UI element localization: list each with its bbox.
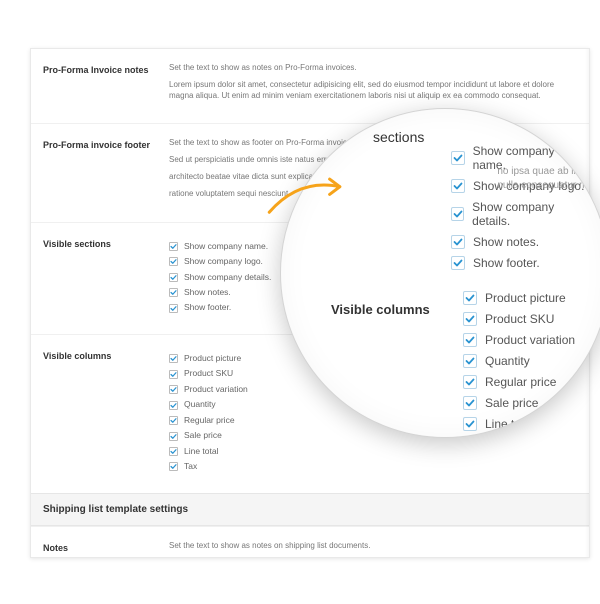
- content-shipping-notes: Set the text to show as notes on shippin…: [169, 541, 577, 558]
- checkbox-icon[interactable]: [169, 432, 178, 441]
- checkbox-label: Show company name.: [184, 241, 268, 252]
- checkbox-label: Product SKU: [184, 368, 233, 379]
- checkbox-icon[interactable]: [169, 304, 178, 313]
- checkbox-icon[interactable]: [463, 375, 477, 389]
- checkbox-row[interactable]: Sale price: [169, 430, 577, 441]
- checkbox-label: Regular price: [485, 375, 556, 389]
- checkbox-label: Product picture: [184, 353, 241, 364]
- checkbox-icon[interactable]: [169, 385, 178, 394]
- checkbox-label: Tax: [184, 461, 197, 472]
- zoom-visible-columns-label: Visible columns: [331, 302, 441, 317]
- checkbox-icon[interactable]: [463, 291, 477, 305]
- checkbox-label: Regular price: [184, 415, 235, 426]
- shipping-list-heading: Shipping list template settings: [31, 493, 589, 526]
- checkbox-label: Show footer.: [184, 302, 231, 313]
- checkbox-icon[interactable]: [451, 151, 465, 165]
- content-proforma-notes: Set the text to show as notes on Pro-For…: [169, 63, 577, 107]
- checkbox-row[interactable]: Show notes.: [451, 235, 587, 249]
- label-proforma-notes: Pro-Forma Invoice notes: [43, 63, 169, 107]
- desc-ship-2: Lorem ipsum dolor sit amet, consectetur …: [169, 557, 577, 558]
- checkbox-icon[interactable]: [451, 235, 465, 249]
- zoom-visible-sections-list: Show company name.Show company logo.Show…: [451, 144, 587, 270]
- checkbox-icon[interactable]: [169, 242, 178, 251]
- checkbox-icon[interactable]: [463, 417, 477, 431]
- checkbox-label: Quantity: [485, 354, 530, 368]
- checkbox-icon[interactable]: [463, 396, 477, 410]
- checkbox-icon[interactable]: [169, 288, 178, 297]
- checkbox-icon[interactable]: [169, 273, 178, 282]
- checkbox-label: Sale price: [184, 430, 222, 441]
- checkbox-icon[interactable]: [463, 333, 477, 347]
- checkbox-label: Product SKU: [485, 312, 554, 326]
- checkbox-row[interactable]: Tax: [169, 461, 577, 472]
- row-proforma-notes: Pro-Forma Invoice notes Set the text to …: [31, 49, 589, 123]
- checkbox-icon[interactable]: [169, 370, 178, 379]
- zoom-sections-word: sections: [373, 129, 424, 145]
- zoom-trailing-text: no ipsa quae ab illo invent nulla conseq…: [497, 165, 600, 193]
- label-proforma-footer: Pro-Forma invoice footer: [43, 138, 169, 205]
- checkbox-label: Show notes.: [184, 287, 231, 298]
- label-visible-sections: Visible sections: [43, 237, 169, 318]
- label-shipping-notes: Notes: [43, 541, 169, 558]
- checkbox-icon[interactable]: [463, 354, 477, 368]
- row-shipping-notes: Notes Set the text to show as notes on s…: [31, 526, 589, 558]
- checkbox-icon[interactable]: [169, 257, 178, 266]
- checkbox-icon[interactable]: [169, 447, 178, 456]
- zoom-lens: sections no ipsa quae ab illo invent nul…: [280, 108, 600, 438]
- checkbox-icon[interactable]: [169, 401, 178, 410]
- checkbox-label: Product variation: [184, 384, 248, 395]
- checkbox-label: Show company logo.: [184, 256, 263, 267]
- desc-notes-2: Lorem ipsum dolor sit amet, consectetur …: [169, 80, 577, 102]
- checkbox-label: Show footer.: [473, 256, 540, 270]
- checkbox-icon[interactable]: [451, 207, 464, 221]
- checkbox-row[interactable]: Product picture: [463, 291, 575, 305]
- checkbox-label: Show notes.: [473, 235, 539, 249]
- checkbox-row[interactable]: Show company details.: [451, 200, 587, 228]
- checkbox-label: Quantity: [184, 399, 216, 410]
- label-visible-columns: Visible columns: [43, 349, 169, 477]
- checkbox-label: Show company details.: [472, 200, 587, 228]
- checkbox-row[interactable]: Line total: [169, 446, 577, 457]
- checkbox-label: Line total: [184, 446, 219, 457]
- checkbox-label: Product picture: [485, 291, 566, 305]
- desc-notes-1: Set the text to show as notes on Pro-For…: [169, 63, 577, 74]
- checkbox-icon[interactable]: [169, 462, 178, 471]
- checkbox-row[interactable]: Product SKU: [463, 312, 575, 326]
- checkbox-icon[interactable]: [169, 416, 178, 425]
- checkbox-label: Sale price: [485, 396, 538, 410]
- checkbox-icon[interactable]: [451, 256, 465, 270]
- checkbox-icon[interactable]: [451, 179, 465, 193]
- checkbox-row[interactable]: Regular price: [463, 375, 575, 389]
- checkbox-icon[interactable]: [463, 312, 477, 326]
- checkbox-row[interactable]: Quantity: [463, 354, 575, 368]
- checkbox-label: Product variation: [485, 333, 575, 347]
- checkbox-row[interactable]: Product variation: [463, 333, 575, 347]
- checkbox-row[interactable]: Show footer.: [451, 256, 587, 270]
- desc-ship-1: Set the text to show as notes on shippin…: [169, 541, 577, 552]
- checkbox-icon[interactable]: [169, 354, 178, 363]
- checkbox-label: Show company details.: [184, 272, 271, 283]
